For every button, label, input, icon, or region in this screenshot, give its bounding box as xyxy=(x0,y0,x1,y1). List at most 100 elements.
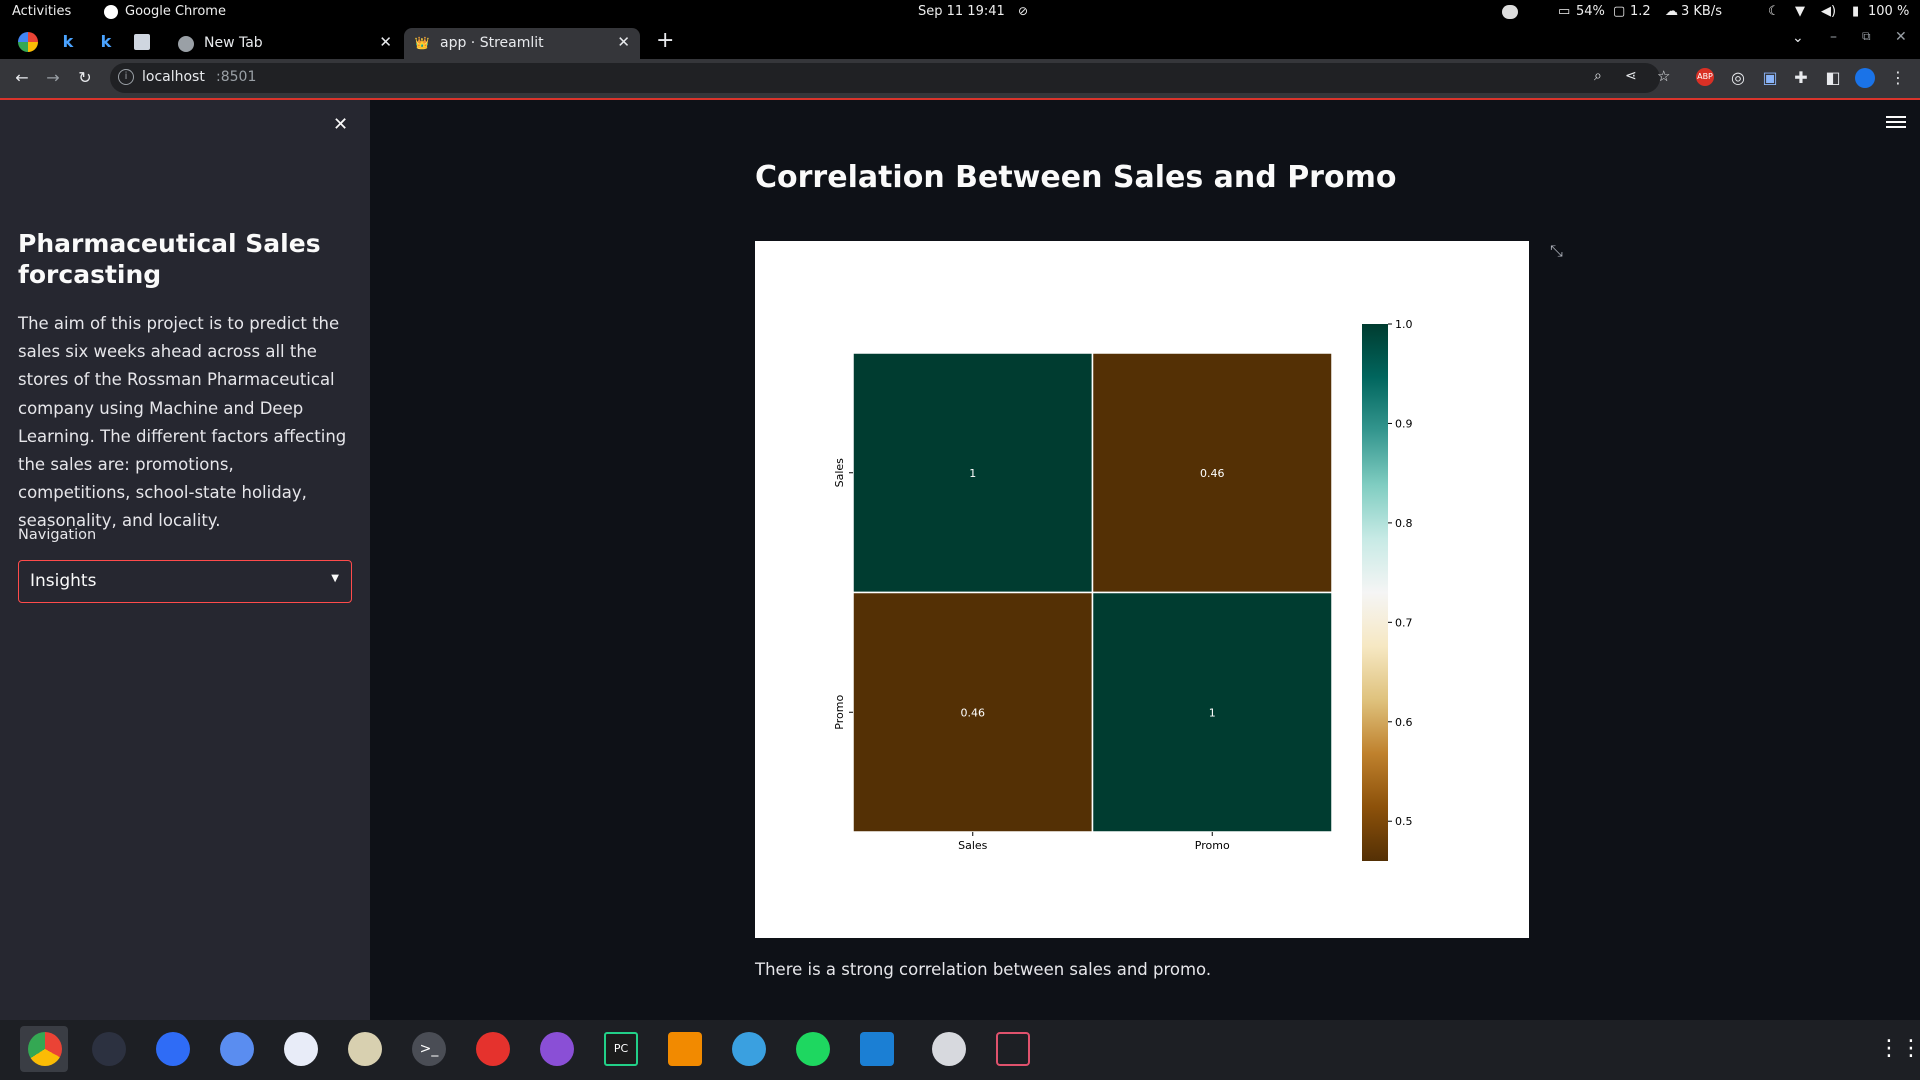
y-tick-label: Sales xyxy=(833,458,846,488)
heatmap-cell-label: 0.46 xyxy=(961,706,986,719)
document-pinned-tab-icon[interactable] xyxy=(134,34,150,50)
new-tab-button[interactable]: + xyxy=(656,28,674,53)
x-tick-label: Sales xyxy=(958,839,988,852)
night-light-icon[interactable]: ☾ xyxy=(1768,4,1780,19)
colorbar-tick-label: 1.0 xyxy=(1395,318,1413,331)
bookmark-star-icon[interactable]: ☆ xyxy=(1657,67,1670,85)
chevron-down-icon: ▼ xyxy=(331,573,339,584)
extensions-puzzle-icon[interactable]: ✚ xyxy=(1791,68,1811,88)
tab-title: app · Streamlit xyxy=(440,35,544,51)
hamburger-menu-icon[interactable] xyxy=(1886,113,1906,131)
reload-icon[interactable]: ↻ xyxy=(75,68,95,88)
colorbar-tick-label: 0.5 xyxy=(1395,815,1413,828)
tab-title: New Tab xyxy=(204,35,263,51)
vlc-dock-icon[interactable] xyxy=(668,1032,702,1066)
colorbar-tick-label: 0.6 xyxy=(1395,716,1413,729)
close-tab-icon[interactable]: ✕ xyxy=(617,33,630,51)
chrome-icon xyxy=(178,36,194,52)
address-port: :8501 xyxy=(216,69,257,85)
signal-dock-icon[interactable] xyxy=(284,1032,318,1066)
spotify-dock-icon[interactable] xyxy=(796,1032,830,1066)
heatmap-cell-label: 0.46 xyxy=(1200,467,1225,480)
obs-dock-icon[interactable] xyxy=(348,1032,382,1066)
taskbar: >_ PC ⋮⋮⋮ xyxy=(0,1020,1920,1080)
sidebar: ✕ Pharmaceutical Sales forcasting The ai… xyxy=(0,100,370,1022)
chat-dock-icon[interactable] xyxy=(732,1032,766,1066)
streamlit-logo-icon: 👑 xyxy=(414,36,430,50)
trash-dock-icon[interactable] xyxy=(996,1032,1030,1066)
kaggle-pinned-tab-icon-2[interactable]: k xyxy=(96,32,116,52)
sidebar-close-button[interactable]: ✕ xyxy=(333,114,348,135)
side-panel-icon[interactable]: ◧ xyxy=(1823,68,1843,88)
restore-window-icon[interactable]: ⧉ xyxy=(1862,29,1871,44)
browser-tab-strip: k k New Tab ✕ 👑 app · Streamlit ✕ + ⌄ – … xyxy=(0,24,1920,59)
kaggle-pinned-tab-icon[interactable]: k xyxy=(58,32,78,52)
back-arrow-icon[interactable]: ← xyxy=(12,68,32,88)
heatmap-cell-label: 1 xyxy=(1209,706,1216,719)
zoom-icon[interactable]: ⌕ xyxy=(1594,68,1602,84)
chrome-icon xyxy=(104,5,118,19)
browser-dock-icon[interactable] xyxy=(156,1032,190,1066)
chrome-dock-icon[interactable] xyxy=(28,1032,62,1066)
activities-button[interactable]: Activities xyxy=(12,4,71,19)
streamlit-app: ✕ Pharmaceutical Sales forcasting The ai… xyxy=(0,98,1920,1022)
show-apps-grid-icon[interactable]: ⋮⋮⋮ xyxy=(1878,1036,1920,1061)
active-app-name[interactable]: Google Chrome xyxy=(125,4,226,19)
forward-arrow-icon[interactable]: → xyxy=(43,68,63,88)
tab-streamlit-app[interactable]: 👑 app · Streamlit ✕ xyxy=(404,28,640,59)
fullscreen-expand-icon[interactable]: ⤡ xyxy=(1550,241,1563,261)
adblock-extension-icon[interactable]: ABP xyxy=(1696,68,1714,86)
navigation-select[interactable]: Insights ▼ xyxy=(18,560,352,603)
screenshot-extension-icon[interactable]: ▣ xyxy=(1760,68,1780,88)
chrome-menu-icon[interactable]: ⋮ xyxy=(1888,68,1908,88)
google-pinned-tab-icon[interactable] xyxy=(18,32,38,52)
battery-icon[interactable]: ▮ xyxy=(1852,4,1859,19)
tab-search-chevron-icon[interactable]: ⌄ xyxy=(1792,30,1804,46)
minimize-window-icon[interactable]: – xyxy=(1830,29,1837,45)
github-desktop-dock-icon[interactable] xyxy=(540,1032,574,1066)
colorbar-tick-label: 0.9 xyxy=(1395,417,1413,430)
site-info-icon[interactable]: i xyxy=(118,69,134,85)
net-speed: 3 KB/s xyxy=(1681,4,1722,19)
sidebar-title: Pharmaceutical Sales forcasting xyxy=(18,229,321,289)
display-widget-value: 1.2 xyxy=(1630,4,1651,19)
heatmap-cell-label: 1 xyxy=(969,467,976,480)
correlation-heatmap-figure: 1 0.46 0.46 1 Sales Promo Sales Promo 1.0 0.9 0.8 0… xyxy=(755,241,1529,938)
battery-widget-icon: ▭ xyxy=(1558,4,1571,19)
profile-avatar[interactable] xyxy=(1855,68,1875,88)
colorbar-tick-label: 0.8 xyxy=(1395,517,1413,530)
monitor-icon: ▢ xyxy=(1613,4,1626,19)
pdf-reader-dock-icon[interactable] xyxy=(476,1032,510,1066)
browser-toolbar: ← → ↻ i localhost :8501 ⌕ ⋖ ☆ ABP ◎ ▣ ✚ … xyxy=(0,59,1920,98)
wifi-icon[interactable]: ▼ xyxy=(1795,4,1805,19)
address-bar[interactable]: i localhost :8501 ⌕ ⋖ ☆ xyxy=(110,63,1670,93)
spy-extension-icon[interactable]: ◎ xyxy=(1728,68,1748,88)
volume-icon[interactable]: ◀) xyxy=(1821,4,1836,19)
toggle-dock-icon[interactable] xyxy=(220,1032,254,1066)
close-window-icon[interactable]: ✕ xyxy=(1895,29,1907,45)
page-heading: Correlation Between Sales and Promo xyxy=(755,160,1397,195)
colorbar xyxy=(1362,324,1388,861)
tab-new-tab[interactable]: New Tab ✕ xyxy=(168,28,402,59)
eclipse-dock-icon[interactable] xyxy=(92,1032,126,1066)
terminal-dock-icon[interactable]: >_ xyxy=(412,1032,446,1066)
storage-dock-icon[interactable] xyxy=(932,1032,966,1066)
y-tick-label: Promo xyxy=(833,695,846,730)
share-icon[interactable]: ⋖ xyxy=(1625,68,1637,84)
sidebar-description: The aim of this project is to predict th… xyxy=(18,314,347,531)
main-content: Correlation Between Sales and Promo 1 0.4… xyxy=(370,100,1920,1022)
address-host: localhost xyxy=(142,69,205,85)
close-tab-icon[interactable]: ✕ xyxy=(379,33,392,51)
heatmap-svg: 1 0.46 0.46 1 Sales Promo Sales Promo 1.0 0.9 0.8 0… xyxy=(833,318,1413,861)
navigation-label: Navigation xyxy=(18,527,97,543)
battery-widget-value: 54% xyxy=(1576,4,1605,19)
clock[interactable]: Sep 11 19:41 xyxy=(918,4,1005,19)
pomodoro-icon[interactable] xyxy=(1502,5,1518,19)
colorbar-tick-label: 0.7 xyxy=(1395,616,1413,629)
vscode-dock-icon[interactable] xyxy=(860,1032,894,1066)
chart-caption: There is a strong correlation between sa… xyxy=(755,960,1212,979)
pycharm-dock-icon[interactable]: PC xyxy=(604,1032,638,1066)
cloud-upload-icon: ☁ xyxy=(1665,4,1678,19)
system-top-bar: Activities Google Chrome Sep 11 19:41 ⊘ … xyxy=(0,0,1920,24)
battery-percentage: 100 % xyxy=(1868,4,1910,19)
